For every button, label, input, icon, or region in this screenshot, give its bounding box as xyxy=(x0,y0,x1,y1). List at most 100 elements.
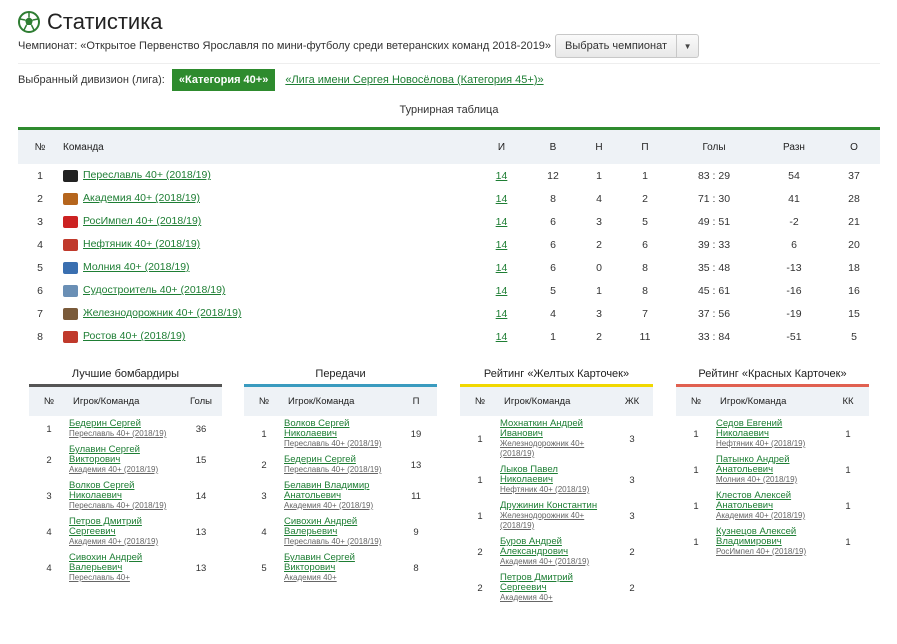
player-team[interactable]: Переславль 40+ xyxy=(69,573,180,583)
goal-diff: -16 xyxy=(786,284,802,297)
player-team[interactable]: Академия 40+ (2018/19) xyxy=(716,511,827,521)
games-link[interactable]: 14 xyxy=(496,239,508,251)
player-cell: Белавин Владимир Анатольевич Академия 40+… xyxy=(284,478,395,514)
player-link[interactable]: Седов Евгений Николаевич xyxy=(716,419,827,439)
rank: 3 xyxy=(46,490,52,502)
games-link[interactable]: 14 xyxy=(496,331,508,343)
standings-table: № Команда И В Н П Голы Разн О 1 Переславл… xyxy=(18,127,880,348)
col-player: Игрок/Команда xyxy=(716,387,827,416)
player-link[interactable]: Петров Дмитрий Сергеевич xyxy=(500,573,611,593)
player-team[interactable]: РосИмпел 40+ (2018/19) xyxy=(716,547,827,557)
player-link[interactable]: Булавин Сергей Викторович xyxy=(69,445,180,465)
points: 15 xyxy=(848,307,860,320)
col-value: Голы xyxy=(180,387,222,416)
draws: 1 xyxy=(596,284,602,297)
panel-title: Рейтинг «Желтых Карточек» xyxy=(483,368,630,380)
games-link[interactable]: 14 xyxy=(496,170,508,182)
stats-table: № Игрок/Команда Голы 1 Бедерин Сергей Пересла… xyxy=(29,387,222,586)
stat-value: 13 xyxy=(410,459,422,471)
table-row: 1 Переславль 40+ (2018/19) 14 12 1 1 83 : 29 54… xyxy=(18,164,880,187)
player-link[interactable]: Патынко Андрей Анатольевич xyxy=(716,455,827,475)
active-division-badge[interactable]: «Категория 40+» xyxy=(171,69,276,91)
player-team[interactable]: Переславль 40+ (2018/19) xyxy=(69,501,180,511)
player-link[interactable]: Волков Сергей Николаевич xyxy=(284,419,395,439)
games-link[interactable]: 14 xyxy=(496,216,508,228)
divider xyxy=(18,63,880,64)
player-team[interactable]: Нефтяник 40+ (2018/19) xyxy=(716,439,827,449)
games-link[interactable]: 14 xyxy=(496,308,508,320)
player-link[interactable]: Буров Андрей Александрович xyxy=(500,537,611,557)
division-link[interactable]: «Лига имени Сергея Новосёлова (Категория… xyxy=(285,74,543,86)
player-team[interactable]: Переславль 40+ (2018/19) xyxy=(284,439,395,449)
stats-panel: Лучшие бомбардиры № Игрок/Команда Голы 1 Беде… xyxy=(29,364,222,586)
player-team[interactable]: Академия 40+ (2018/19) xyxy=(69,465,180,475)
player-link[interactable]: Кузнецов Алексей Владимирович xyxy=(716,527,827,547)
player-link[interactable]: Волков Сергей Николаевич xyxy=(69,481,180,501)
player-team[interactable]: Переславль 40+ (2018/19) xyxy=(284,537,395,547)
draws: 2 xyxy=(596,238,602,251)
player-link[interactable]: Сивохин Андрей Валерьевич xyxy=(69,553,180,573)
draws: 2 xyxy=(596,330,602,343)
wins: 6 xyxy=(550,238,556,251)
player-link[interactable]: Бедерин Сергей xyxy=(69,419,180,429)
team-link[interactable]: Судостроитель 40+ (2018/19) xyxy=(83,284,225,296)
stats-header-row: № Игрок/Команда КК xyxy=(676,387,869,416)
team-link[interactable]: Ростов 40+ (2018/19) xyxy=(83,330,185,342)
list-item: 2 Петров Дмитрий Сергеевич Академия 40+ 2 xyxy=(460,570,653,606)
player-link[interactable]: Бедерин Сергей xyxy=(284,455,395,465)
stat-value: 9 xyxy=(413,526,419,538)
player-link[interactable]: Петров Дмитрий Сергеевич xyxy=(69,517,180,537)
player-link[interactable]: Лыков Павел Николаевич xyxy=(500,465,611,485)
team-logo xyxy=(63,169,78,182)
games-link[interactable]: 14 xyxy=(496,285,508,297)
team-link[interactable]: Железнодорожник 40+ (2018/19) xyxy=(83,307,241,319)
player-team[interactable]: Молния 40+ (2018/19) xyxy=(716,475,827,485)
player-team[interactable]: Переславль 40+ (2018/19) xyxy=(69,429,180,439)
points: 5 xyxy=(851,330,857,343)
team-cell: РосИмпел 40+ (2018/19) xyxy=(62,210,473,233)
games-link[interactable]: 14 xyxy=(496,193,508,205)
player-cell: Кузнецов Алексей Владимирович РосИмпел 40… xyxy=(716,524,827,560)
col-number: № xyxy=(244,387,284,416)
rank: 1 xyxy=(477,510,483,522)
player-link[interactable]: Сивохин Андрей Валерьевич xyxy=(284,517,395,537)
stats-panel: Рейтинг «Желтых Карточек» № Игрок/Команда Ж… xyxy=(460,364,653,606)
player-team[interactable]: Нефтяник 40+ (2018/19) xyxy=(500,485,611,495)
player-link[interactable]: Дружинин Константин xyxy=(500,501,611,511)
rank: 1 xyxy=(693,536,699,548)
games-link[interactable]: 14 xyxy=(496,262,508,274)
player-team[interactable]: Железнодорожник 40+ (2018/19) xyxy=(500,439,611,459)
player-team[interactable]: Переславль 40+ (2018/19) xyxy=(284,465,395,475)
goal-diff: 54 xyxy=(788,169,800,182)
player-team[interactable]: Академия 40+ (2018/19) xyxy=(500,557,611,567)
team-link[interactable]: Переславль 40+ (2018/19) xyxy=(83,169,211,181)
team-link[interactable]: Академия 40+ (2018/19) xyxy=(83,192,200,204)
team-link[interactable]: РосИмпел 40+ (2018/19) xyxy=(83,215,201,227)
team-link[interactable]: Молния 40+ (2018/19) xyxy=(83,261,190,273)
player-cell: Петров Дмитрий Сергеевич Академия 40+ (20… xyxy=(69,514,180,550)
stat-value: 2 xyxy=(629,546,635,558)
player-team[interactable]: Академия 40+ (2018/19) xyxy=(69,537,180,547)
select-championship-button[interactable]: Выбрать чемпионат xyxy=(555,34,678,58)
championship-row: Чемпионат: «Открытое Первенство Ярославл… xyxy=(18,33,700,59)
player-link[interactable]: Мохнаткин Андрей Иванович xyxy=(500,419,611,439)
list-item: 1 Кузнецов Алексей Владимирович РосИмпел 4… xyxy=(676,524,869,560)
goals: 33 : 84 xyxy=(697,330,731,343)
player-cell: Мохнаткин Андрей Иванович Железнодорожник… xyxy=(500,416,611,462)
stat-value: 8 xyxy=(413,562,419,574)
rank: 2 xyxy=(261,459,267,471)
player-team[interactable]: Академия 40+ xyxy=(500,593,611,603)
rank: 2 xyxy=(46,454,52,466)
player-link[interactable]: Белавин Владимир Анатольевич xyxy=(284,481,395,501)
player-team[interactable]: Академия 40+ (2018/19) xyxy=(284,501,395,511)
games-link-cell: 14 xyxy=(473,187,530,210)
player-link[interactable]: Клестов Алексей Анатольевич xyxy=(716,491,827,511)
division-label: Выбранный дивизион (лига): xyxy=(18,74,165,86)
player-team[interactable]: Железнодорожник 40+ (2018/19) xyxy=(500,511,611,531)
losses: 8 xyxy=(642,284,648,297)
chevron-down-icon[interactable]: ▼ xyxy=(677,34,700,58)
player-link[interactable]: Булавин Сергей Викторович xyxy=(284,553,395,573)
team-link[interactable]: Нефтяник 40+ (2018/19) xyxy=(83,238,200,250)
player-team[interactable]: Академия 40+ xyxy=(284,573,395,583)
player-cell: Дружинин Константин Железнодорожник 40+ (… xyxy=(500,498,611,534)
